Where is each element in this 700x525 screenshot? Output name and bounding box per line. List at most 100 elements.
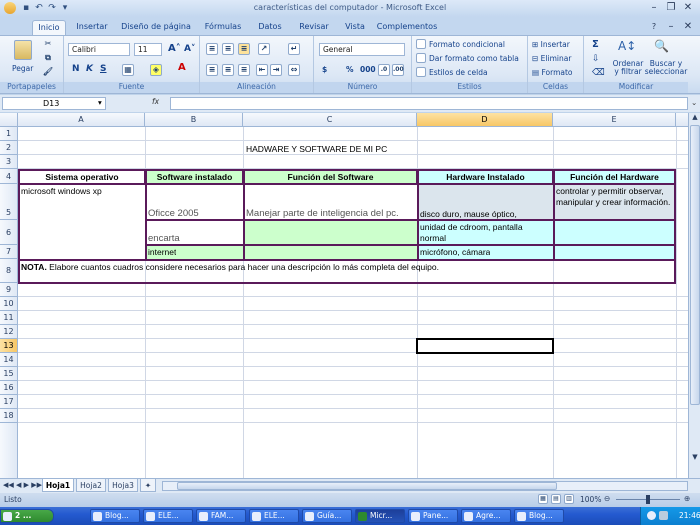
cell-c4-header[interactable]: Función del Software bbox=[243, 169, 418, 185]
paste-icon[interactable] bbox=[14, 40, 32, 60]
row-header[interactable]: 4 bbox=[0, 169, 18, 184]
taskbar-item[interactable]: Guía... bbox=[302, 509, 352, 523]
sheet-nav-icons[interactable]: ◀◀ ◀ ▶ ▶▶ bbox=[3, 481, 42, 489]
align-left-icon[interactable]: ≡ bbox=[206, 64, 218, 76]
cell-a4-header[interactable]: Sistema operativo bbox=[18, 169, 146, 185]
row-header[interactable]: 16 bbox=[0, 381, 18, 395]
cell-d4-header[interactable]: Hardware Instalado bbox=[417, 169, 554, 185]
decrease-indent-icon[interactable]: ⇤ bbox=[256, 64, 268, 76]
column-header-a[interactable]: A bbox=[18, 113, 145, 127]
cell-c5[interactable]: Manejar parte de inteligencia del pc. bbox=[246, 208, 399, 219]
align-right-icon[interactable]: ≡ bbox=[238, 64, 250, 76]
cell-e5-line2[interactable]: manipular y crear información. bbox=[556, 197, 670, 207]
wrap-text-icon[interactable]: ↵ bbox=[288, 43, 300, 55]
autosum-icon[interactable]: Σ bbox=[592, 39, 599, 50]
thousands-button[interactable]: 000 bbox=[360, 65, 376, 74]
insert-cells-button[interactable]: ⊞ Insertar bbox=[532, 40, 570, 49]
minimize-icon[interactable]: – bbox=[646, 1, 662, 14]
zoom-in-icon[interactable]: ⊕ bbox=[684, 494, 690, 503]
row-header[interactable]: 15 bbox=[0, 367, 18, 381]
row-header[interactable]: 17 bbox=[0, 395, 18, 409]
row-header[interactable]: 5 bbox=[0, 184, 18, 220]
row-header[interactable]: 11 bbox=[0, 311, 18, 325]
align-middle-icon[interactable]: ≡ bbox=[222, 43, 234, 55]
workbook-close-icon[interactable]: ✕ bbox=[680, 20, 696, 33]
tab-vista[interactable]: Vista bbox=[340, 20, 370, 35]
cond-format-button[interactable]: Formato condicional bbox=[429, 40, 505, 49]
workbook-minimize-icon[interactable]: – bbox=[663, 20, 679, 33]
column-header-f[interactable] bbox=[676, 113, 688, 127]
taskbar-item[interactable]: ELE... bbox=[143, 509, 193, 523]
cell-e4-header[interactable]: Función del Hardware bbox=[553, 169, 676, 185]
zoom-slider-thumb[interactable] bbox=[646, 495, 650, 504]
grow-font-icon[interactable]: A˄ bbox=[168, 43, 181, 54]
row-header[interactable]: 9 bbox=[0, 283, 18, 297]
column-header-c[interactable]: C bbox=[243, 113, 417, 127]
paste-button[interactable]: Pegar bbox=[12, 64, 33, 73]
delete-cells-button[interactable]: ⊟ Eliminar bbox=[532, 54, 571, 63]
selected-cell-d13[interactable] bbox=[416, 338, 554, 354]
font-color-icon[interactable]: A bbox=[178, 62, 186, 73]
cell-c2-title[interactable]: HADWARE Y SOFTWARE DE MI PC bbox=[246, 144, 387, 154]
taskbar-item[interactable]: ELE... bbox=[249, 509, 299, 523]
copy-icon[interactable]: ⧉ bbox=[42, 53, 54, 65]
percent-button[interactable]: % bbox=[346, 65, 354, 74]
row-header[interactable]: 1 bbox=[0, 127, 18, 141]
name-box[interactable]: D13 bbox=[2, 97, 106, 110]
cut-icon[interactable]: ✂ bbox=[42, 39, 54, 51]
cell-a5[interactable]: microsoft windows xp bbox=[21, 186, 102, 196]
fill-icon[interactable]: ⇩ bbox=[592, 54, 600, 64]
restore-icon[interactable]: ❐ bbox=[663, 1, 679, 14]
orientation-icon[interactable]: ↗ bbox=[258, 43, 270, 55]
tab-complementos[interactable]: Complementos bbox=[376, 20, 438, 35]
taskbar-item[interactable]: Blog... bbox=[90, 509, 140, 523]
cell-b7[interactable]: internet bbox=[148, 247, 176, 257]
sheet-tab-hoja2[interactable]: Hoja2 bbox=[76, 479, 106, 492]
align-bottom-icon[interactable]: ≡ bbox=[238, 43, 250, 55]
font-size-select[interactable]: 11 bbox=[134, 43, 162, 56]
sheet-tab-hoja1[interactable]: Hoja1 bbox=[42, 479, 74, 492]
row-header[interactable]: 10 bbox=[0, 297, 18, 311]
page-layout-icon[interactable]: ▤ bbox=[551, 494, 561, 504]
format-cells-button[interactable]: ▤ Formato bbox=[532, 68, 573, 77]
taskbar-item-excel[interactable]: Micr... bbox=[355, 509, 405, 523]
decrease-decimal-icon[interactable]: .00 bbox=[392, 64, 404, 76]
find-select-icon[interactable]: 🔍 bbox=[654, 39, 669, 53]
cell-b4-header[interactable]: Software instalado bbox=[145, 169, 244, 185]
zoom-level[interactable]: 100% bbox=[580, 495, 601, 504]
fx-icon[interactable]: fx bbox=[152, 97, 159, 106]
currency-button[interactable]: $ bbox=[322, 65, 327, 74]
row-header[interactable]: 12 bbox=[0, 325, 18, 339]
align-top-icon[interactable]: ≡ bbox=[206, 43, 218, 55]
tab-formulas[interactable]: Fórmulas bbox=[200, 20, 246, 35]
clock[interactable]: 21:46 bbox=[679, 511, 700, 520]
sheet-tab-hoja3[interactable]: Hoja3 bbox=[108, 479, 138, 492]
cell-d6-line1[interactable]: unidad de cdroom, pantalla bbox=[420, 222, 523, 232]
cell-d6-line2[interactable]: normal bbox=[420, 233, 446, 243]
tray-icon[interactable] bbox=[647, 511, 656, 520]
row-header[interactable]: 7 bbox=[0, 245, 18, 259]
tab-insertar[interactable]: Insertar bbox=[72, 20, 112, 35]
row-header[interactable]: 14 bbox=[0, 353, 18, 367]
new-sheet-icon[interactable]: ✦ bbox=[140, 479, 156, 492]
number-format-select[interactable]: General bbox=[319, 43, 405, 56]
scroll-up-icon[interactable]: ▲ bbox=[690, 113, 700, 123]
merge-center-icon[interactable]: ⇔ bbox=[288, 64, 300, 76]
select-all-corner[interactable] bbox=[0, 113, 18, 127]
help-icon[interactable]: ? bbox=[646, 20, 662, 33]
cell-b6[interactable]: encarta bbox=[148, 233, 180, 244]
tab-revisar[interactable]: Revisar bbox=[294, 20, 334, 35]
cell-d5[interactable]: disco duro, mause óptico, bbox=[420, 209, 517, 219]
row-header[interactable]: 6 bbox=[0, 220, 18, 245]
row-header[interactable]: 13 bbox=[0, 339, 18, 353]
align-center-icon[interactable]: ≡ bbox=[222, 64, 234, 76]
horizontal-scrollbar[interactable] bbox=[162, 481, 688, 491]
cell-styles-button[interactable]: Estilos de celda bbox=[429, 68, 488, 77]
sort-filter-button[interactable]: Ordenar y filtrar bbox=[612, 60, 644, 76]
taskbar-item[interactable]: Blog... bbox=[514, 509, 564, 523]
cell-b5[interactable]: Oficce 2005 bbox=[148, 208, 199, 219]
increase-indent-icon[interactable]: ⇥ bbox=[270, 64, 282, 76]
tab-inicio[interactable]: Inicio bbox=[32, 20, 66, 35]
taskbar-item[interactable]: Pane... bbox=[408, 509, 458, 523]
italic-button[interactable]: K bbox=[86, 64, 93, 74]
